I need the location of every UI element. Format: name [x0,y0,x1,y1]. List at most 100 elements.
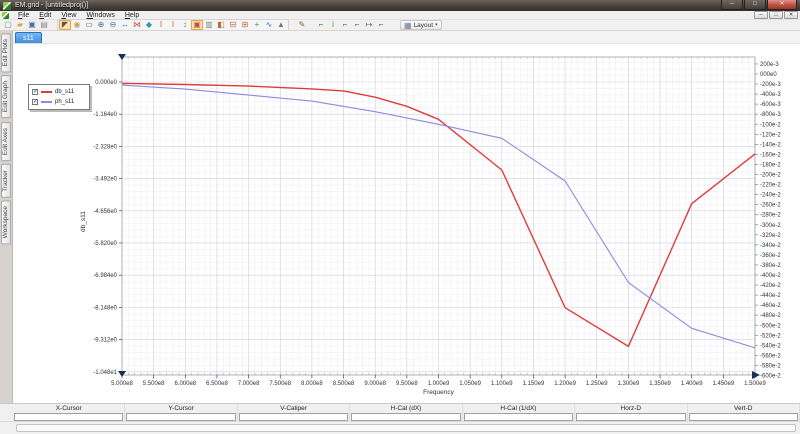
plot-canvas[interactable]: 5.000e8 5.500e8 6.000e8 6.500e8 7.000e8 7.500… [13,44,800,403]
title-bar[interactable]: EM.grid - [untitledproj()] ─ □ ✕ [0,0,800,11]
pencil-icon[interactable]: ✎ [296,20,308,30]
print-icon[interactable]: ▤ [38,20,50,30]
legend-checkbox-ph-s11[interactable]: ✓ [32,99,38,105]
app-window: EM.grid - [untitledproj()] ─ □ ✕ File Edi… [0,0,800,434]
svg-text:-380e-2: -380e-2 [760,263,781,269]
zoom-in-icon[interactable]: ⊕ [95,20,107,30]
minimize-button[interactable]: ─ [721,0,743,10]
child-minimize-button[interactable]: ─ [754,11,768,19]
doc-tab-s11[interactable]: s11 [15,32,42,43]
svg-text:1.050e9: 1.050e9 [459,381,481,387]
v-caliper-toggle-icon[interactable]: ⌐ [339,20,351,30]
y-cursor-toggle-icon[interactable]: i [327,20,339,30]
close-button[interactable]: ✕ [767,0,797,10]
y-cursor-input[interactable] [126,413,236,421]
pane-grid-icon[interactable]: ⊞ [239,20,251,30]
cursor-field-v-caliper: V-Caliper [238,404,351,421]
toolbar-groups: ▢ ▰ ▣ ▤ ◤ ◉ ▭ ⊕ ⊖ ↔ ⋈ ◆ I I ↕ ▣ ▥ ◧ ⊟ ⊞ + ∿ ▲ ✎ ⌐ i ⌐ ⌐ ↦ ⌐ [2,19,394,31]
svg-text:-400e-2: -400e-2 [760,273,781,279]
pane-bottom-icon[interactable]: ⊟ [227,20,239,30]
svg-text:-800e-3: -800e-3 [760,112,781,118]
svg-text:-140e-2: -140e-2 [760,142,781,148]
sidebar-tab-edit-graph[interactable]: Edit Graph [1,75,11,119]
legend-item-ph-s11: ✓ ph_s11 [32,97,86,107]
axis-handle-2[interactable] [752,371,760,379]
plot-window: s11 5.000e8 5.500e8 6.000e8 6.500e8 7.000e8 7… [13,31,800,403]
cursor-toggle-group: ⌐ i ⌐ ⌐ ↦ ⌐ [315,20,387,30]
svg-text:-320e-2: -320e-2 [760,233,781,239]
svg-text:-1.048e1: -1.048e1 [93,370,117,376]
svg-text:-200e-3: -200e-3 [760,82,781,88]
svg-text:-220e-2: -220e-2 [760,183,781,189]
child-restore-button[interactable]: □ [769,11,783,19]
select-arrow-icon[interactable]: ◤ [59,20,71,30]
x-cursor-toggle-icon[interactable]: ⌐ [315,20,327,30]
svg-text:-580e-2: -580e-2 [760,363,781,369]
add-trace-icon[interactable]: + [251,20,263,30]
window-controls: ─ □ ✕ [721,0,797,10]
legend-label-ph-s11: ph_s11 [55,99,75,105]
layout-label: Layout [413,21,434,29]
v-caliper-input[interactable] [238,413,349,421]
save-icon[interactable]: ▣ [26,20,38,30]
pan-hand-icon[interactable]: ◉ [71,20,83,30]
cursor-field-label: H-Cal (1/dX) [500,405,537,412]
v-ibeam-arrows-icon[interactable]: I [167,20,179,30]
h-cal-dx-input[interactable] [351,413,461,421]
svg-text:-600e-3: -600e-3 [760,102,781,108]
h-center-icon[interactable]: ◆ [143,20,155,30]
svg-text:-260e-2: -260e-2 [760,203,781,209]
delta-caliper-toggle-icon[interactable]: ↦ [363,20,375,30]
status-bar [0,421,800,434]
plot-region[interactable]: 5.000e8 5.500e8 6.000e8 6.500e8 7.000e8 7.500… [13,44,800,403]
cursor-field-horz-d: Horz-D [575,404,688,421]
wave-icon[interactable]: ∿ [263,20,275,30]
svg-text:-5.820e0: -5.820e0 [93,241,117,247]
cursor-field-y-cursor: Y-Cursor [125,404,238,421]
child-close-button[interactable]: ✕ [784,11,798,19]
h-cal-1-dx-input[interactable] [463,413,574,421]
axis-handle-1[interactable] [118,371,126,377]
zoom-out-icon[interactable]: ⊖ [107,20,119,30]
svg-text:-120e-2: -120e-2 [760,132,781,138]
open-folder-icon[interactable]: ▰ [14,20,26,30]
peak-icon[interactable]: ▲ [275,20,287,30]
cursor-field-h-cal-1-dx: H-Cal (1/dX) [463,404,576,421]
pane-left-icon[interactable]: ◧ [215,20,227,30]
maximize-button[interactable]: □ [744,0,766,10]
plot-legend[interactable]: ✓ db_s11 ✓ ph_s11 [28,84,90,110]
active-marker-icon[interactable]: ▣ [191,20,203,30]
status-message-well [16,424,796,432]
legend-checkbox-db-s11[interactable]: ✓ [32,89,38,95]
sidebar-tab-tracker[interactable]: Tracker [1,163,11,198]
svg-text:-500e-2: -500e-2 [760,323,781,329]
zoom-x-icon[interactable]: ↔ [119,20,131,30]
trace-marker-icon[interactable]: ▥ [203,20,215,30]
svg-text:-460e-2: -460e-2 [760,303,781,309]
v-ibeam-icon[interactable]: I [155,20,167,30]
v-fit-icon[interactable]: ↕ [179,20,191,30]
edit-group: ✎ [296,20,308,30]
legend-swatch-ph-s11 [41,101,52,103]
svg-text:000e0: 000e0 [760,72,777,78]
svg-text:1.000e9: 1.000e9 [428,381,450,387]
cursor-field-label: Horz-D [620,405,642,412]
caliper-toggle-icon[interactable]: ⌐ [375,20,387,30]
h-caliper-toggle-icon[interactable]: ⌐ [351,20,363,30]
svg-text:1.350e9: 1.350e9 [649,381,671,387]
horz-d-input[interactable] [576,413,686,421]
sidebar-tab-edit-axes[interactable]: Edit Axes [1,121,11,161]
marker-pair-icon[interactable]: ⋈ [131,20,143,30]
new-document-icon[interactable]: ▢ [2,20,14,30]
cursor-field-label: Y-Cursor [168,405,194,412]
sidebar-tab-workspace[interactable]: Workspace [1,200,11,245]
vert-d-input[interactable] [688,413,798,421]
svg-text:-340e-2: -340e-2 [760,243,781,249]
layout-dropdown-button[interactable]: ▦ Layout ▾ [400,20,442,30]
toolbar: ▢ ▰ ▣ ▤ ◤ ◉ ▭ ⊕ ⊖ ↔ ⋈ ◆ I I ↕ ▣ ▥ ◧ ⊟ ⊞ + ∿ ▲ ✎ ⌐ i ⌐ ⌐ ↦ ⌐ ▦ Layout … [0,19,800,31]
app-icon [3,1,11,10]
x-cursor-input[interactable] [14,413,124,421]
sidebar-tab-edit-plots[interactable]: Edit Plots [1,33,11,73]
zoom-window-icon[interactable]: ▭ [83,20,95,30]
svg-text:-280e-2: -280e-2 [760,213,781,219]
